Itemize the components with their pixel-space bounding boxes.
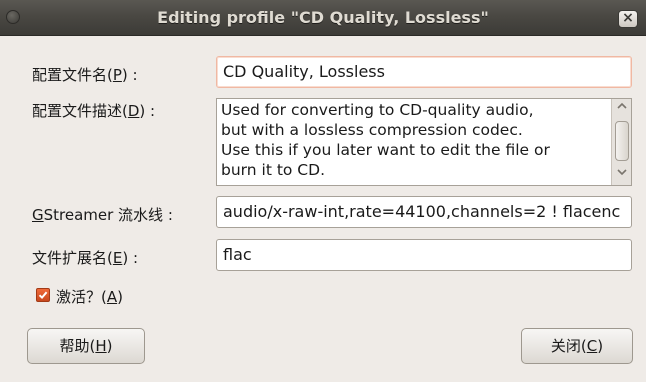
scrollbar-thumb[interactable]	[615, 121, 629, 161]
description-text[interactable]: Used for converting to CD-quality audio,…	[221, 100, 609, 180]
close-icon[interactable]: ×	[618, 10, 638, 28]
checkmark-icon	[38, 291, 48, 300]
description-line: but with a lossless compression codec.	[221, 121, 523, 139]
help-button[interactable]: 帮助(H)	[27, 328, 145, 364]
close-button[interactable]: 关闭(C)	[521, 328, 633, 364]
profile-name-label: 配置文件名(P) :	[32, 66, 138, 84]
file-extension-label: 文件扩展名(E) :	[32, 249, 139, 267]
chevron-up-icon[interactable]	[613, 100, 631, 116]
title-bar: Editing profile "CD Quality, Lossless" ×	[0, 0, 646, 36]
active-checkbox[interactable]	[36, 288, 50, 302]
chevron-down-icon[interactable]	[613, 166, 631, 182]
dialog-window: Editing profile "CD Quality, Lossless" ×…	[0, 0, 646, 382]
gstreamer-pipeline-label: GStreamer 流水线 :	[32, 206, 173, 224]
description-line: burn it to CD.	[221, 161, 325, 179]
gstreamer-pipeline-field[interactable]: audio/x-raw-int,rate=44100,channels=2 ! …	[216, 196, 632, 228]
profile-description-label: 配置文件描述(D) :	[32, 102, 156, 120]
active-checkbox-label[interactable]: 激活？(A)	[56, 286, 123, 307]
file-extension-field[interactable]: flac	[216, 239, 632, 271]
description-line: Use this if you later want to edit the f…	[221, 141, 550, 159]
description-scrollbar[interactable]	[611, 99, 631, 185]
profile-name-field[interactable]: CD Quality, Lossless	[216, 56, 632, 88]
profile-description-textarea[interactable]: Used for converting to CD-quality audio,…	[216, 98, 632, 186]
description-line: Used for converting to CD-quality audio,	[221, 101, 534, 119]
window-title: Editing profile "CD Quality, Lossless"	[157, 8, 489, 27]
